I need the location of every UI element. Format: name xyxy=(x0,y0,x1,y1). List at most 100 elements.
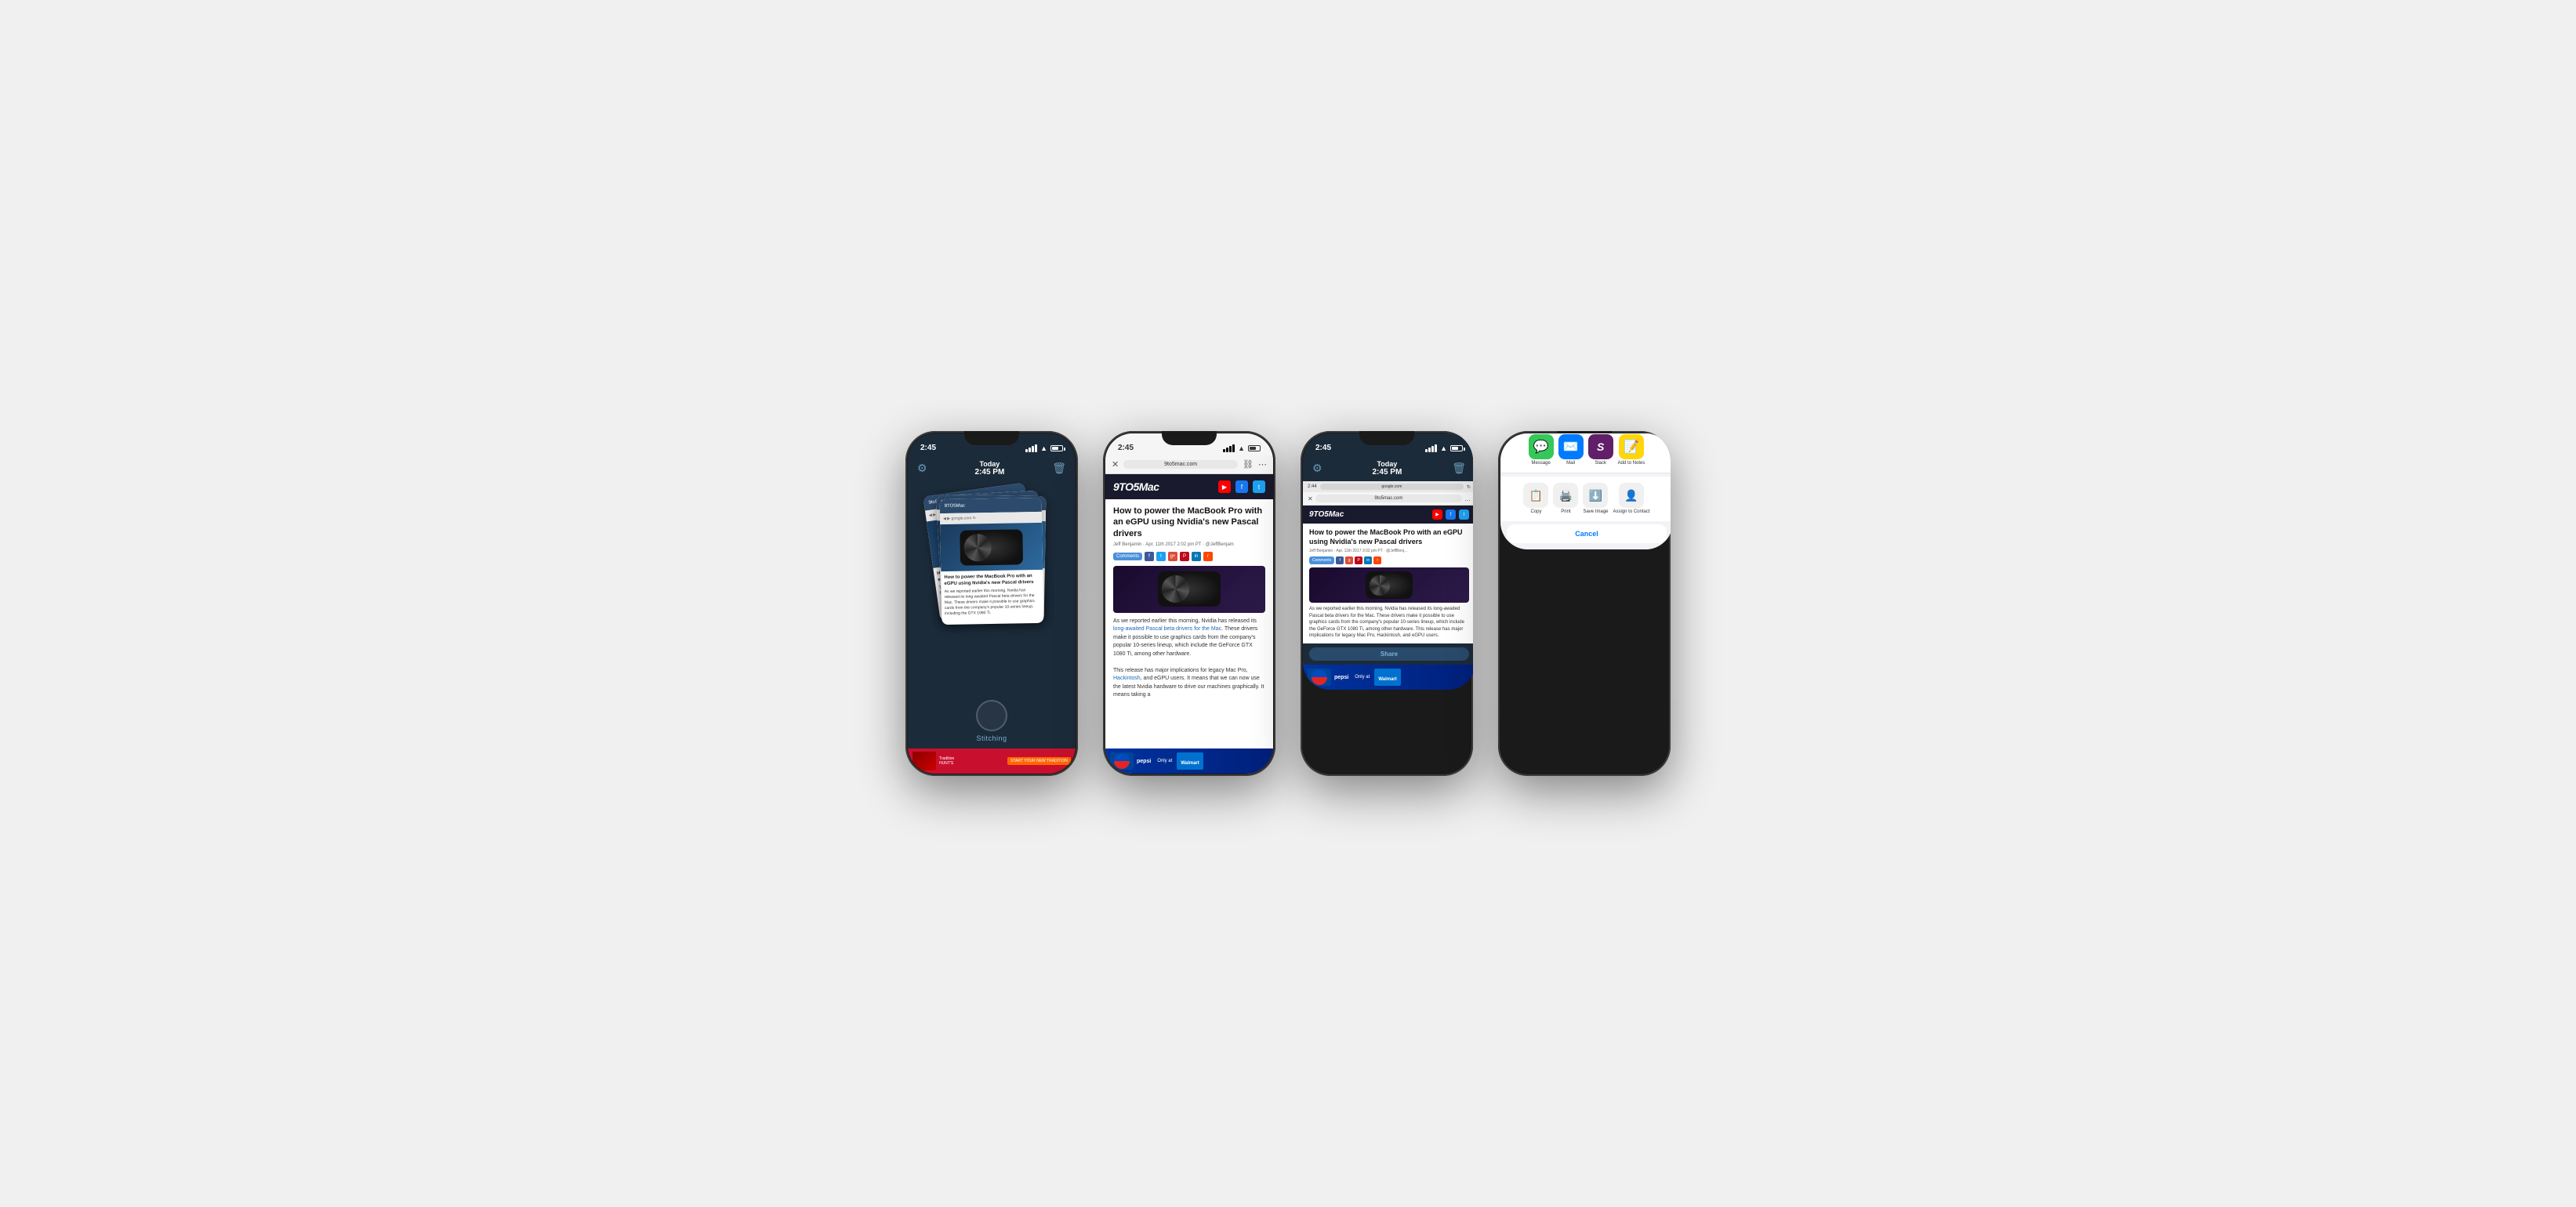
walmart-btn[interactable]: Walmart xyxy=(1177,752,1203,770)
slack-label: Slack xyxy=(1595,461,1606,466)
mini-url-3: google.com xyxy=(1320,484,1464,490)
trash-icon-3[interactable]: 🗑 xyxy=(1452,462,1466,475)
toolbar-3: ⚙ Today 2:45 PM 🗑 xyxy=(1303,455,1473,481)
mini-site-icons-3: ▶ f t xyxy=(1432,509,1469,520)
close-btn-2[interactable]: ✕ xyxy=(1112,459,1119,469)
ad-banner-3: pepsi Only at Walmart xyxy=(1303,665,1473,690)
mini-comments-3[interactable]: Comments xyxy=(1309,556,1334,564)
notes-label: Add to Notes xyxy=(1618,461,1645,466)
print-icon: 🖨️ xyxy=(1553,483,1578,508)
battery-2 xyxy=(1248,445,1261,451)
date-3: Today xyxy=(1372,460,1402,468)
signal-3 xyxy=(1425,444,1437,452)
mini-img-3 xyxy=(1309,567,1469,603)
article-title-2: How to power the MacBook Pro with an eGP… xyxy=(1113,506,1265,539)
article-header-2: 9TO5Mac ▶ f t xyxy=(1105,474,1273,499)
mini-fb-3[interactable]: f xyxy=(1336,556,1344,564)
notch-2 xyxy=(1162,431,1217,445)
share-notes[interactable]: 📝 Add to Notes xyxy=(1618,434,1645,466)
mini-gp-3[interactable]: g xyxy=(1345,556,1353,564)
mini-title-3: How to power the MacBook Pro with an eGP… xyxy=(1309,528,1469,546)
walmart-btn-3[interactable]: Walmart xyxy=(1374,669,1400,686)
share-slack[interactable]: S Slack xyxy=(1588,434,1613,466)
ad-cta-1[interactable]: START YOUR NEW TRADITION xyxy=(1007,757,1071,765)
facebook-icon-2[interactable]: f xyxy=(1235,480,1248,493)
gear-icon-1[interactable]: ⚙ xyxy=(917,462,927,475)
assign-contact-icon: 👤 xyxy=(1619,483,1644,508)
ad-brand-2: pepsi xyxy=(1137,759,1151,764)
phone-1: 2:45 ▲ ⚙ Today 2:45 PM 🗑 xyxy=(905,431,1078,776)
slack-icon: S xyxy=(1588,434,1613,459)
gp-share-2[interactable]: g+ xyxy=(1168,552,1177,561)
title-group-3: Today 2:45 PM xyxy=(1372,460,1402,477)
notch-1 xyxy=(964,431,1019,445)
twitter-icon-2[interactable]: t xyxy=(1253,480,1265,493)
rd-share-2[interactable]: r xyxy=(1203,552,1213,561)
mini-rd-3[interactable]: r xyxy=(1373,556,1381,564)
stitch-circle xyxy=(976,700,1007,731)
mini-site-header-3: 9TO5Mac ▶ f t xyxy=(1303,506,1473,524)
phone-4: 2:46 ▲ ⚙ Today 2:45 PM 🗑 xyxy=(1498,431,1671,776)
tw-share-2[interactable]: t xyxy=(1156,552,1166,561)
card-front: 9TO5Mac ◀ ▶ google.com ↻ How to power th… xyxy=(940,498,1044,625)
link-btn-2[interactable]: ⛓ xyxy=(1243,459,1254,469)
share-button-3[interactable]: Share xyxy=(1309,647,1469,661)
gear-icon-3[interactable]: ⚙ xyxy=(1312,462,1322,475)
share-sheet-4: Tap to share with AirDrop Michael MacBoo… xyxy=(1500,433,1671,549)
pin-share-2[interactable]: P xyxy=(1180,552,1189,561)
more-btn-2[interactable]: ⋯ xyxy=(1258,459,1267,469)
scene: 2:45 ▲ ⚙ Today 2:45 PM 🗑 xyxy=(0,384,2576,823)
action-print[interactable]: 🖨️ Print xyxy=(1553,483,1578,515)
share-mail[interactable]: ✉️ Mail xyxy=(1558,434,1584,466)
trash-icon-1[interactable]: 🗑 xyxy=(1052,462,1066,475)
article-body-2: How to power the MacBook Pro with an eGP… xyxy=(1105,499,1273,748)
mini-browser-3: ✕ 9to5mac.com … xyxy=(1303,492,1473,506)
pepsi-logo xyxy=(1110,752,1134,770)
youtube-icon-2[interactable]: ▶ xyxy=(1218,480,1231,493)
ad-only-2: Only at xyxy=(1157,759,1172,763)
wifi-icon-3: ▲ xyxy=(1440,444,1447,452)
article-card-3: 2:44 google.com ↻ ✕ 9to5mac.com … 9TO5Ma… xyxy=(1303,481,1473,665)
notch-3 xyxy=(1359,431,1414,445)
ad-only-3: Only at xyxy=(1355,675,1370,680)
print-label: Print xyxy=(1561,509,1570,515)
yt-3[interactable]: ▶ xyxy=(1432,509,1442,520)
status-icons-3: ▲ xyxy=(1425,444,1463,452)
copy-label: Copy xyxy=(1530,509,1541,515)
action-save-image[interactable]: ⬇️ Save Image xyxy=(1583,483,1608,515)
stitching-label: Stitching xyxy=(976,734,1007,742)
article-text-2: As we reported earlier this morning, Nvi… xyxy=(1113,618,1265,700)
notes-icon: 📝 xyxy=(1619,434,1644,459)
mini-url-bar-3: 9to5mac.com xyxy=(1315,495,1462,502)
pepsi-logo-3 xyxy=(1308,669,1331,686)
url-bar-2[interactable]: 9to5mac.com xyxy=(1123,460,1238,469)
mini-comment-3: Comments f g P in r xyxy=(1309,556,1469,564)
tw-3[interactable]: t xyxy=(1459,509,1469,520)
mini-meta-3: Jeff Benjamin · Apr. 11th 2017 3:02 pm P… xyxy=(1309,549,1469,553)
action-assign-contact[interactable]: 👤 Assign to Contact xyxy=(1613,483,1650,515)
mini-text-3: As we reported earlier this morning, Nvi… xyxy=(1309,606,1469,639)
save-image-icon: ⬇️ xyxy=(1583,483,1608,508)
copy-icon: 📋 xyxy=(1523,483,1548,508)
fb-share-2[interactable]: f xyxy=(1145,552,1154,561)
time-3: 2:45 xyxy=(1315,444,1331,452)
mail-label: Mail xyxy=(1566,461,1575,466)
cancel-button[interactable]: Cancel xyxy=(1507,524,1667,543)
share-message[interactable]: 💬 Message xyxy=(1529,434,1554,466)
browser-bar-2: ✕ 9to5mac.com ⛓ ⋯ xyxy=(1105,455,1273,474)
time-2: 2:45 xyxy=(1118,444,1134,452)
li-share-2[interactable]: in xyxy=(1192,552,1201,561)
site-icons-2: ▶ f t xyxy=(1218,480,1265,493)
share-actions-row: 📋 Copy 🖨️ Print ⬇️ Save Image xyxy=(1500,477,1671,521)
battery-3 xyxy=(1450,445,1463,451)
mini-li-3[interactable]: in xyxy=(1364,556,1372,564)
ad-brand-3: pepsi xyxy=(1334,675,1348,680)
action-copy[interactable]: 📋 Copy xyxy=(1523,483,1548,515)
mini-pin-3[interactable]: P xyxy=(1355,556,1362,564)
comments-btn-2[interactable]: Comments xyxy=(1113,553,1142,560)
ad-banner-1: TraditionHUNT'S START YOUR NEW TRADITION xyxy=(908,748,1076,774)
phone-2: 2:45 ▲ ✕ 9to5mac.com ⛓ ⋯ 9TO5Mac xyxy=(1103,431,1275,776)
phone-3: 2:45 ▲ ⚙ Today 2:45 PM 🗑 xyxy=(1301,431,1473,776)
mini-status-3: 2:44 google.com ↻ xyxy=(1303,481,1473,492)
fb-3[interactable]: f xyxy=(1446,509,1456,520)
